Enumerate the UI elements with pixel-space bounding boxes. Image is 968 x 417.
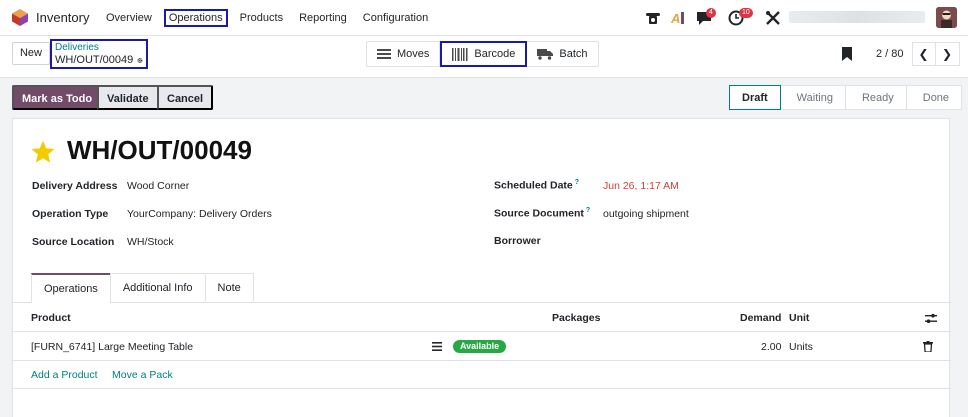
tools-icon[interactable]	[764, 9, 782, 27]
table-actions-row: Add a Product Move a Pack	[13, 361, 951, 389]
new-button[interactable]: New	[12, 42, 50, 65]
batch-label: Batch	[559, 48, 588, 60]
row-unit[interactable]: Units	[789, 341, 813, 353]
stage-waiting[interactable]: Waiting	[780, 85, 846, 110]
pager-previous-button[interactable]: ❮	[911, 42, 936, 66]
truck-icon	[537, 49, 554, 60]
column-product[interactable]: Product	[31, 312, 71, 324]
inventory-app-icon[interactable]	[12, 9, 28, 26]
menu-reporting[interactable]: Reporting	[295, 9, 351, 27]
record-title: WH/OUT/00049	[67, 135, 252, 165]
stage-draft[interactable]: Draft	[729, 85, 781, 110]
breadcrumb-deliveries-link[interactable]: Deliveries	[55, 42, 143, 54]
stage-done[interactable]: Done	[906, 85, 963, 110]
mark-as-todo-button[interactable]: Mark as Todo	[12, 85, 103, 110]
details-list-icon[interactable]	[432, 342, 442, 351]
breadcrumb-current-label: WH/OUT/00049	[55, 54, 134, 66]
messages-badge: 4	[706, 8, 716, 18]
svg-text:A: A	[670, 11, 680, 26]
trash-icon[interactable]	[923, 341, 933, 352]
moves-label: Moves	[397, 48, 430, 60]
tab-note[interactable]: Note	[204, 273, 254, 303]
form-sheet: WH/OUT/00049 Delivery Address Wood Corne…	[12, 118, 951, 417]
barcode-label: Barcode	[474, 48, 516, 60]
source-document-label: Source Document?	[494, 207, 590, 220]
main-menu: Overview Operations Products Reporting C…	[102, 0, 440, 36]
operation-type-field[interactable]: YourCompany: Delivery Orders	[127, 208, 272, 220]
delivery-address-field[interactable]: Wood Corner	[127, 180, 189, 192]
tab-additional-info[interactable]: Additional Info	[109, 273, 206, 303]
phone-icon[interactable]	[644, 9, 662, 27]
gear-icon[interactable]	[137, 56, 143, 65]
user-avatar[interactable]	[936, 7, 957, 28]
menu-operations[interactable]: Operations	[163, 9, 228, 27]
bookmark-icon[interactable]	[842, 47, 852, 61]
breadcrumb: Deliveries WH/OUT/00049	[50, 39, 148, 69]
menu-configuration[interactable]: Configuration	[359, 9, 432, 27]
pager-next-button[interactable]: ❯	[935, 42, 960, 66]
move-pack-link[interactable]: Move a Pack	[112, 369, 173, 381]
operations-table-header: Product Packages Demand Unit	[13, 305, 951, 332]
column-demand[interactable]: Demand	[740, 312, 781, 324]
scheduled-date-field[interactable]: Jun 26, 1:17 AM	[603, 180, 679, 192]
row-demand[interactable]: 2.00	[761, 341, 781, 353]
star-icon[interactable]	[30, 139, 56, 165]
activities-badge: 10	[739, 8, 753, 18]
barcode-icon	[452, 47, 468, 61]
company-switcher[interactable]	[789, 11, 925, 23]
help-tooltip-icon[interactable]: ?	[586, 207, 590, 214]
pager: 2 / 80 ❮ ❯	[842, 42, 960, 66]
row-product[interactable]: [FURN_6741] Large Meeting Table	[31, 341, 193, 353]
source-document-field[interactable]: outgoing shipment	[603, 208, 689, 220]
help-tooltip-icon[interactable]: ?	[575, 179, 579, 186]
notebook-tabs: Operations Additional Info Note	[31, 273, 254, 303]
cancel-button[interactable]: Cancel	[157, 85, 214, 110]
ai-icon[interactable]: A	[669, 9, 687, 27]
chevron-left-icon: ❮	[918, 47, 929, 61]
validate-button[interactable]: Validate	[97, 85, 159, 110]
smart-buttons: Moves Barcode Batch	[366, 41, 599, 67]
top-navbar: Inventory Overview Operations Products R…	[0, 0, 968, 36]
barcode-button[interactable]: Barcode	[440, 41, 528, 67]
column-settings-icon[interactable]	[925, 313, 937, 324]
source-location-field[interactable]: WH/Stock	[127, 236, 174, 248]
source-location-label: Source Location	[32, 236, 115, 248]
table-row[interactable]: [FURN_6741] Large Meeting Table Availabl…	[13, 332, 951, 361]
menu-overview[interactable]: Overview	[102, 9, 156, 27]
delivery-address-label: Delivery Address	[32, 180, 118, 192]
chevron-right-icon: ❯	[942, 47, 953, 61]
scheduled-date-label: Scheduled Date?	[494, 179, 579, 192]
status-bar: Mark as Todo Validate Cancel Draft Waiti…	[0, 84, 968, 112]
status-badge: Available	[453, 340, 507, 353]
pager-value[interactable]: 2 / 80	[876, 48, 904, 60]
column-packages[interactable]: Packages	[552, 312, 600, 324]
column-unit[interactable]: Unit	[789, 312, 809, 324]
stage-ready[interactable]: Ready	[845, 85, 907, 110]
app-name[interactable]: Inventory	[36, 10, 89, 25]
list-icon	[377, 49, 391, 59]
batch-button[interactable]: Batch	[527, 42, 597, 66]
add-product-link[interactable]: Add a Product	[31, 369, 98, 381]
stage-pipeline: Draft Waiting Ready Done	[729, 85, 963, 110]
scheduled-date-label-text: Scheduled Date	[494, 179, 573, 192]
control-panel: New Deliveries WH/OUT/00049 Moves Barcod…	[0, 36, 968, 78]
breadcrumb-current: WH/OUT/00049	[55, 54, 143, 67]
operation-type-label: Operation Type	[32, 208, 109, 220]
borrower-label: Borrower	[494, 235, 541, 247]
source-document-label-text: Source Document	[494, 207, 584, 220]
moves-button[interactable]: Moves	[367, 42, 441, 66]
tab-operations[interactable]: Operations	[31, 273, 111, 303]
menu-products[interactable]: Products	[236, 9, 287, 27]
